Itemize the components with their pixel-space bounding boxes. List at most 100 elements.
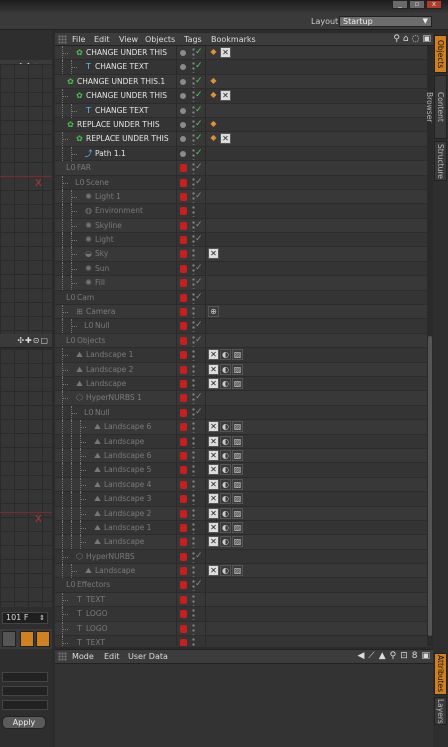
layer-dot-icon[interactable] — [180, 78, 186, 85]
object-name[interactable]: REPLACE UNDER THIS — [86, 134, 169, 143]
tag-icon[interactable]: ▨ — [232, 536, 243, 548]
forward-icon[interactable]: ⟋ — [368, 651, 374, 661]
object-name[interactable]: CHANGE UNDER THIS — [86, 48, 167, 57]
enabled-check-icon[interactable]: ✓ — [195, 177, 203, 187]
object-name[interactable]: Landscape 2 — [86, 365, 133, 374]
tag-icon[interactable]: ✕ — [208, 435, 219, 447]
visibility-dots-icon[interactable] — [191, 608, 196, 621]
visibility-dots-icon[interactable] — [191, 306, 196, 319]
object-row[interactable]: ◒ Sky ✕ — [55, 247, 433, 262]
lock-icon[interactable] — [180, 509, 187, 518]
object-name[interactable]: Light — [95, 235, 114, 244]
visibility-dots-icon[interactable] — [191, 421, 196, 434]
object-row[interactable]: ⛰ Landscape 2 ✕ ◐ ▨ — [55, 362, 433, 377]
lock-icon[interactable] — [180, 639, 187, 646]
tag-icon[interactable]: ◐ — [220, 449, 231, 461]
visibility-dots-icon[interactable] — [191, 622, 196, 635]
tag-icon[interactable]: ✕ — [208, 349, 219, 361]
tag-icon[interactable]: ◐ — [220, 464, 231, 476]
scrollbar-thumb[interactable] — [428, 336, 432, 636]
viewport-nav-icons[interactable]: ✣✚⊙▢ — [17, 336, 49, 345]
object-name[interactable]: Null — [95, 321, 110, 330]
object-name[interactable]: Landscape 6 — [104, 451, 151, 460]
visibility-dots-icon[interactable] — [191, 478, 196, 491]
render-icon[interactable] — [36, 631, 50, 647]
menu-bookmarks[interactable]: Bookmarks — [211, 35, 256, 44]
layer-dot-icon[interactable] — [180, 64, 186, 71]
lock-icon[interactable] — [180, 336, 187, 345]
lock-icon[interactable] — [180, 293, 187, 302]
enabled-check-icon[interactable]: ✓ — [195, 579, 203, 589]
lock-icon[interactable] — [180, 192, 187, 201]
object-name[interactable]: Skyline — [95, 221, 122, 230]
object-name[interactable]: Environment — [95, 206, 143, 215]
object-name[interactable]: Sky — [95, 249, 108, 258]
lock-icon[interactable] — [180, 250, 187, 259]
object-name[interactable]: Fill — [95, 278, 105, 287]
tag-icon[interactable]: ✕ — [208, 478, 219, 490]
visibility-dots-icon[interactable] — [191, 464, 196, 477]
layer-dot-icon[interactable] — [180, 50, 186, 56]
object-name[interactable]: REPLACE UNDER THIS — [77, 120, 160, 129]
tag-icon[interactable]: ✕ — [208, 493, 219, 505]
tag-icon[interactable]: ◐ — [220, 507, 231, 519]
object-name[interactable]: Landscape 1 — [86, 350, 133, 359]
tag-icon[interactable]: ◐ — [220, 536, 231, 548]
object-name[interactable]: Objects — [77, 336, 105, 345]
enabled-check-icon[interactable]: ✓ — [195, 47, 203, 57]
object-name[interactable]: CHANGE TEXT — [95, 106, 148, 115]
object-name[interactable]: HyperNURBS — [86, 552, 135, 561]
object-name[interactable]: Landscape — [104, 437, 144, 446]
lock-icon[interactable] — [180, 437, 187, 446]
object-row[interactable]: ✺ Fill ✓ — [55, 276, 433, 291]
object-row[interactable]: ⛰ Landscape 6 ✕ ◐ ▨ — [55, 420, 433, 435]
tag-icon[interactable]: ◐ — [220, 377, 231, 389]
coord-field[interactable] — [2, 686, 48, 696]
tag-icon[interactable]: ▨ — [232, 349, 243, 361]
tag-icon[interactable]: ⊕ — [208, 306, 219, 318]
lock-icon[interactable] — [180, 394, 187, 403]
object-name[interactable]: Light 1 — [95, 192, 121, 201]
lock-icon[interactable] — [180, 624, 187, 633]
object-row[interactable]: ⛰ Landscape 1 ✕ ◐ ▨ — [55, 520, 433, 536]
link-icon[interactable]: 8 — [412, 651, 418, 661]
tag-icon[interactable]: ▨ — [232, 493, 243, 505]
tag-icon[interactable]: ✕ — [208, 449, 219, 461]
object-name[interactable]: Effectors — [77, 580, 110, 589]
tag-icon[interactable]: ◐ — [220, 421, 231, 433]
coord-field[interactable] — [2, 672, 48, 682]
layer-dot-icon[interactable] — [180, 107, 186, 114]
object-row[interactable]: L0 Null ✓ — [55, 319, 433, 334]
enabled-check-icon[interactable]: ✓ — [195, 392, 203, 402]
tag-icon[interactable]: ▨ — [232, 435, 243, 447]
object-row[interactable]: ⛰ Landscape 1 ✕ ◐ ▨ — [55, 348, 433, 363]
lock-icon[interactable] — [180, 423, 187, 432]
enabled-check-icon[interactable]: ✓ — [195, 551, 203, 561]
lock-icon[interactable] — [180, 552, 187, 561]
visibility-dots-icon[interactable] — [191, 363, 196, 376]
back-arrow-icon[interactable]: ◀ — [357, 651, 364, 661]
object-name[interactable]: LOGO — [86, 624, 108, 633]
layer-dot-icon[interactable] — [180, 150, 186, 157]
new-window-icon[interactable]: ▣ — [422, 34, 431, 44]
layer-dot-icon[interactable] — [180, 121, 186, 128]
enabled-check-icon[interactable]: ✓ — [195, 277, 203, 287]
object-row[interactable]: L0 Effectors ✓ — [55, 578, 433, 593]
object-name[interactable]: Camera — [86, 307, 115, 316]
object-row[interactable]: T TEXT — [55, 636, 433, 646]
object-row[interactable]: ◍ Environment — [55, 204, 433, 219]
object-row[interactable]: ⛰ Landscape ✕ ◐ ▨ — [55, 376, 433, 392]
dots-grid-icon[interactable] — [2, 631, 16, 647]
tab-attributes[interactable]: Attributes — [434, 653, 447, 695]
object-name[interactable]: TEXT — [86, 595, 105, 604]
object-row[interactable]: L0 Null ✓ — [55, 405, 433, 421]
object-name[interactable]: LOGO — [86, 609, 108, 618]
object-name[interactable]: Sun — [95, 264, 109, 273]
layer-dot-icon[interactable] — [180, 93, 186, 100]
lock-icon[interactable] — [180, 264, 187, 273]
tag-icon[interactable]: ◐ — [220, 363, 231, 375]
viewport-top[interactable]: X — [0, 64, 52, 334]
object-name[interactable]: HyperNURBS 1 — [86, 393, 142, 402]
object-name[interactable]: Null — [95, 408, 110, 417]
enabled-check-icon[interactable]: ✓ — [195, 119, 203, 129]
